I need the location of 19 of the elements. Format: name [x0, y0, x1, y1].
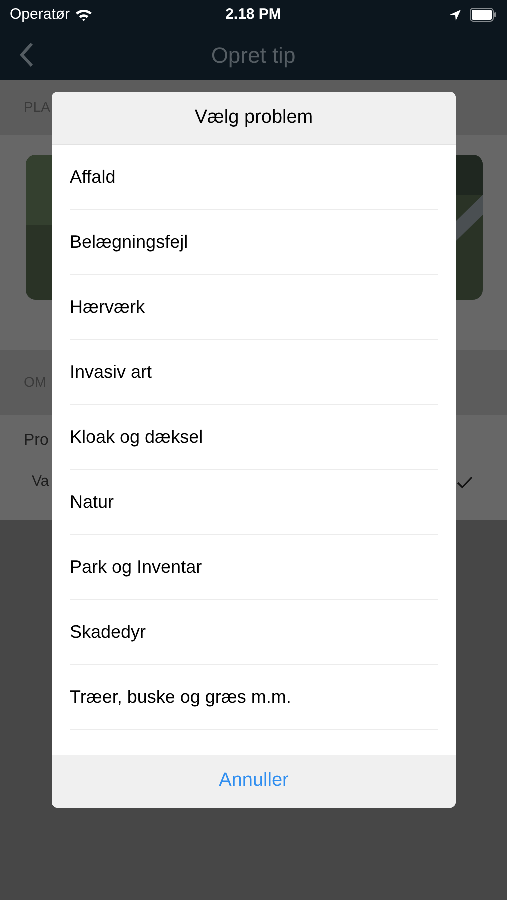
field-value: Va	[32, 472, 50, 492]
back-chevron-icon[interactable]	[19, 42, 35, 68]
option-item[interactable]: Affald	[70, 164, 116, 190]
dialog-title: Vælg problem	[194, 106, 314, 130]
status-time: 2.18 PM	[226, 4, 282, 25]
option-item[interactable]: Invasiv art	[70, 358, 152, 386]
option-item[interactable]: Natur	[70, 488, 114, 516]
option-item[interactable]: Belægningsfejl	[70, 228, 188, 256]
option-item[interactable]: Park og Inventar	[70, 554, 202, 580]
wifi-icon	[75, 8, 94, 22]
option-item[interactable]: Kloak og dæksel	[70, 424, 204, 450]
option-item[interactable]: Hærværk	[70, 294, 145, 320]
battery-icon	[470, 8, 497, 22]
field-label: Pro	[24, 431, 49, 451]
carrier-name: Operatør	[10, 4, 70, 25]
screen-title: Opret tip	[211, 42, 296, 70]
option-item[interactable]: Skadedyr	[70, 618, 146, 646]
location-arrow-icon	[449, 8, 462, 22]
option-item[interactable]: Træer, buske og græs m.m.	[70, 684, 292, 710]
